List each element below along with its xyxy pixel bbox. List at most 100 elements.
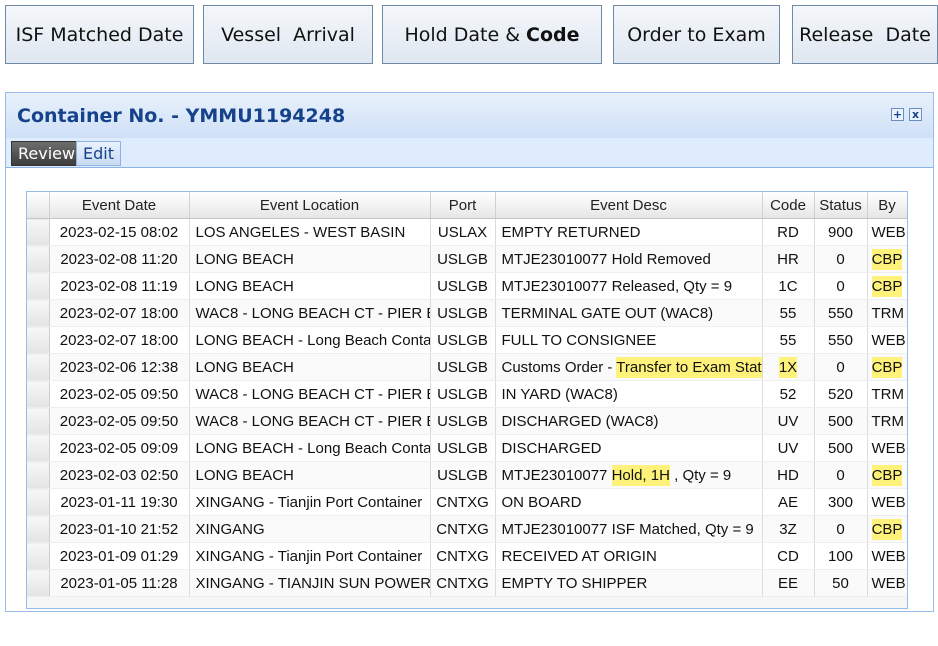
cell-code: HR — [762, 245, 815, 273]
column-header-port[interactable]: Port — [430, 192, 496, 219]
table-row[interactable]: 2023-02-03 02:50 LONG BEACH USLGB MTJE23010… — [27, 461, 907, 489]
table-row[interactable]: 2023-01-10 21:52 XINGANG CNTXG MTJE23010077… — [27, 515, 907, 543]
tab-edit[interactable]: Edit — [76, 141, 121, 166]
cell-code: 1C — [762, 272, 815, 300]
cell-code: 3Z — [762, 515, 815, 543]
release-date-button[interactable]: Release Date — [792, 5, 938, 64]
cell-event-date: 2023-02-15 08:02 — [49, 218, 190, 246]
cell-event-date: 2023-02-05 09:50 — [49, 407, 190, 435]
cell-event-location: LONG BEACH - Long Beach Container — [189, 326, 431, 354]
table-row[interactable]: 2023-02-05 09:50 WAC8 - LONG BEACH CT - P… — [27, 380, 907, 408]
cell-port: CNTXG — [430, 488, 496, 516]
row-selector[interactable] — [27, 299, 50, 327]
close-icon[interactable]: x — [909, 108, 922, 121]
by-value: WEB — [871, 223, 906, 241]
table-row[interactable]: 2023-02-06 12:38 LONG BEACH USLGB Customs O… — [27, 353, 907, 381]
cell-code: 52 — [762, 380, 815, 408]
cell-port: CNTXG — [430, 542, 496, 570]
code-value: CD — [777, 547, 799, 565]
desc-text: Customs Order - — [501, 358, 617, 376]
by-value: TRM — [871, 412, 905, 430]
table-row[interactable]: 2023-02-05 09:09 LONG BEACH - Long Beach … — [27, 434, 907, 462]
row-selector[interactable] — [27, 569, 50, 597]
row-selector[interactable] — [27, 245, 50, 273]
cell-event-date: 2023-02-05 09:50 — [49, 380, 190, 408]
isf-matched-date-button[interactable]: ISF Matched Date — [5, 5, 194, 64]
row-selector[interactable] — [27, 542, 50, 570]
by-value: WEB — [871, 493, 906, 511]
cell-status: 500 — [814, 434, 868, 462]
cell-by: TRM — [867, 380, 907, 408]
cell-event-date: 2023-02-05 09:09 — [49, 434, 190, 462]
table-row[interactable]: 2023-02-08 11:20 LONG BEACH USLGB MTJE23010… — [27, 245, 907, 273]
cell-status: 900 — [814, 218, 868, 246]
row-selector[interactable] — [27, 434, 50, 462]
desc-highlight: Transfer to Exam Station — [616, 356, 761, 378]
row-selector[interactable] — [27, 326, 50, 354]
cell-by: WEB — [867, 569, 907, 597]
cell-event-desc: MTJE23010077 Released, Qty = 9 — [495, 272, 763, 300]
cell-port: USLAX — [430, 218, 496, 246]
code-value: 55 — [779, 331, 797, 349]
table-row[interactable]: 2023-02-15 08:02 LOS ANGELES - WEST BASIN… — [27, 218, 907, 246]
cell-event-location: XINGANG — [189, 515, 431, 543]
column-header-by[interactable]: By — [867, 192, 907, 219]
button-label: Order to Exam — [627, 23, 766, 46]
panel-header: Container No. - YMMU1194248 + x — [6, 93, 933, 139]
row-selector[interactable] — [27, 353, 50, 381]
row-selector[interactable] — [27, 488, 50, 516]
vessel-arrival-button[interactable]: Vessel Arrival — [203, 5, 373, 64]
table-row[interactable]: 2023-02-05 09:50 WAC8 - LONG BEACH CT - P… — [27, 407, 907, 435]
code-value: RD — [777, 223, 799, 241]
cell-by: WEB — [867, 488, 907, 516]
cell-port: USLGB — [430, 434, 496, 462]
hold-date-code-button[interactable]: Hold Date & Code — [382, 5, 602, 64]
desc-highlight: Hold, 1H — [611, 464, 670, 486]
cell-event-desc: TERMINAL GATE OUT (WAC8) — [495, 299, 763, 327]
row-selector[interactable] — [27, 515, 50, 543]
cell-status: 550 — [814, 326, 868, 354]
row-selector[interactable] — [27, 407, 50, 435]
cell-status: 50 — [814, 569, 868, 597]
row-selector[interactable] — [27, 380, 50, 408]
expand-icon[interactable]: + — [891, 108, 904, 121]
by-value: WEB — [871, 547, 906, 565]
header-row: Event Date Event Location Port Event Des… — [27, 192, 907, 219]
cell-code: RD — [762, 218, 815, 246]
panel-body: Event Date Event Location Port Event Des… — [6, 168, 933, 611]
table-row[interactable]: 2023-01-11 19:30 XINGANG - Tianjin Port C… — [27, 488, 907, 516]
cell-status: 0 — [814, 461, 868, 489]
row-selector[interactable] — [27, 218, 50, 246]
code-value: 1C — [778, 277, 798, 295]
button-label: Hold Date & — [404, 23, 521, 46]
column-header-status[interactable]: Status — [814, 192, 868, 219]
tab-review[interactable]: Review — [11, 141, 83, 166]
by-value: TRM — [871, 304, 905, 322]
by-value: WEB — [871, 331, 906, 349]
cell-by: CBP — [867, 353, 907, 381]
cell-status: 520 — [814, 380, 868, 408]
by-value: CBP — [871, 356, 903, 378]
cell-status: 0 — [814, 245, 868, 273]
table-row[interactable]: 2023-02-07 18:00 LONG BEACH - Long Beach … — [27, 326, 907, 354]
cell-status: 100 — [814, 542, 868, 570]
table-row[interactable]: 2023-01-09 01:29 XINGANG - Tianjin Port C… — [27, 542, 907, 570]
by-value: WEB — [871, 439, 906, 457]
order-to-exam-button[interactable]: Order to Exam — [613, 5, 780, 64]
column-header-event-desc[interactable]: Event Desc — [495, 192, 763, 219]
table-row[interactable]: 2023-01-05 11:28 XINGANG - TIANJIN SUN PO… — [27, 569, 907, 597]
cell-by: WEB — [867, 434, 907, 462]
cell-event-date: 2023-01-05 11:28 — [49, 569, 190, 597]
row-selector[interactable] — [27, 461, 50, 489]
by-value: CBP — [871, 464, 903, 486]
column-header-event-date[interactable]: Event Date — [49, 192, 190, 219]
table-row[interactable]: 2023-02-08 11:19 LONG BEACH USLGB MTJE23010… — [27, 272, 907, 300]
table-row[interactable]: 2023-02-07 18:00 WAC8 - LONG BEACH CT - P… — [27, 299, 907, 327]
column-header-event-location[interactable]: Event Location — [189, 192, 431, 219]
cell-by: CBP — [867, 272, 907, 300]
cell-status: 500 — [814, 407, 868, 435]
cell-event-location: LONG BEACH — [189, 353, 431, 381]
row-selector[interactable] — [27, 272, 50, 300]
cell-event-date: 2023-02-07 18:00 — [49, 299, 190, 327]
column-header-code[interactable]: Code — [762, 192, 815, 219]
